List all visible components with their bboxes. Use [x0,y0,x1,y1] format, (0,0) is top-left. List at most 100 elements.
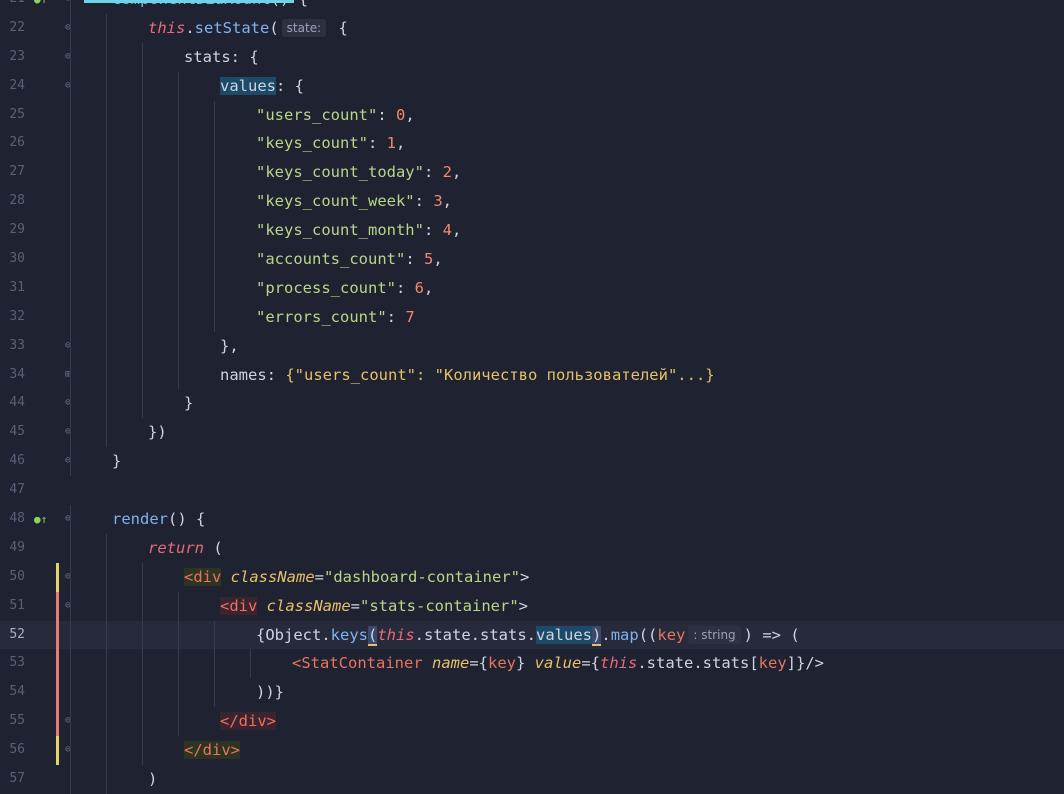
code-content[interactable]: <div className="dashboard-container"> [184,563,529,592]
code-content[interactable]: render() { [112,505,205,534]
indent-guide [106,302,107,332]
code-content[interactable]: }, [220,332,239,361]
indent-guide [70,418,71,448]
scroll-position-indicator [84,0,294,3]
parameter-hint: state: [281,18,327,37]
fold-collapse-icon[interactable]: ⊖ [63,340,73,351]
code-line[interactable]: 25 "users_count": 0, [0,100,1064,130]
code-line[interactable]: 22 ⊖ this.setState(state: { [0,13,1064,43]
code-token: ={ [581,654,601,673]
code-content[interactable]: }) [148,418,167,447]
indent-guide [214,100,215,130]
vcs-change-marker[interactable] [56,562,59,592]
code-content[interactable]: <StatContainer name={key} value={this.st… [292,649,824,678]
code-content[interactable]: names: {"users_count": "Количество польз… [220,361,715,390]
fold-collapse-icon[interactable]: ⊖ [63,0,73,4]
code-token: values [220,76,276,95]
code-content[interactable]: "keys_count_week": 3, [256,187,452,216]
code-line[interactable]: 47 [0,476,1064,505]
code-content[interactable]: "accounts_count": 5, [256,245,443,274]
fold-collapse-icon[interactable]: ⊖ [63,426,73,437]
fold-collapse-icon[interactable]: ⊖ [63,22,73,33]
line-number: 57 [9,771,25,787]
code-line[interactable]: 45 ⊖}) [0,418,1064,448]
code-line[interactable]: 24 ⊖ values: { [0,71,1064,101]
code-content[interactable]: "keys_count_month": 4, [256,216,461,245]
code-content[interactable]: <div className="stats-container"> [220,592,528,621]
code-line[interactable]: 51 ⊖ <div className="stats-container"> [0,591,1064,621]
fold-collapse-icon[interactable]: ⊖ [63,744,73,755]
indent-guide [70,13,71,43]
fold-expand-icon[interactable]: ⊞ [63,369,73,380]
code-content[interactable]: } [184,389,193,418]
code-line[interactable]: 57) [0,765,1064,794]
code-content[interactable]: "process_count": 6, [256,274,433,303]
code-content[interactable]: ) [148,765,157,794]
code-content[interactable]: </div> [220,707,276,736]
override-method-icon[interactable]: ●↑ [34,0,48,6]
code-line[interactable]: 34 ⊞ names: {"users_count": "Количество по… [0,360,1064,390]
code-token: 3 [433,192,443,211]
code-line[interactable]: 44 ⊖} [0,389,1064,419]
indent-guide [70,273,71,303]
code-content[interactable]: return ( [148,534,223,563]
code-token: : [266,365,286,384]
indent-guide [106,389,107,419]
fold-collapse-icon[interactable]: ⊖ [63,571,73,582]
indent-guide [178,71,179,101]
code-line[interactable]: 49 return ( [0,533,1064,563]
code-line[interactable]: 50 ⊖ <div className="dashboard-container"> [0,562,1064,592]
code-line[interactable]: 31 "process_count": 6, [0,273,1064,303]
code-line[interactable]: 28 "keys_count_week": 3, [0,187,1064,217]
line-number: 51 [9,597,25,613]
code-line[interactable]: 56 ⊖ </div> [0,736,1064,766]
code-line[interactable]: 46 ⊖} [0,447,1064,477]
code-line[interactable]: 27 "keys_count_today": 2, [0,158,1064,188]
code-token: return [148,538,204,557]
indent-guide [106,591,107,621]
fold-collapse-icon[interactable]: ⊖ [63,397,73,408]
vcs-change-marker[interactable] [56,707,59,737]
code-token: map [610,625,639,644]
fold-collapse-icon[interactable]: ⊖ [63,715,73,726]
code-line[interactable]: 48 ●↑ ⊖ render() { [0,505,1064,534]
code-content[interactable]: "errors_count": 7 [256,303,415,332]
code-line[interactable]: 53 <StatContainer name={key} value={this.… [0,649,1064,679]
code-line[interactable]: 29 "keys_count_month": 4, [0,216,1064,246]
code-line[interactable]: 26 "keys_count": 1, [0,129,1064,159]
code-token: : [414,192,434,211]
code-line[interactable]: 54))} [0,678,1064,708]
code-content[interactable]: } [112,447,121,476]
code-content[interactable]: this.setState(state: { [148,14,348,43]
vcs-change-marker[interactable] [56,678,59,708]
vcs-change-marker[interactable] [56,620,59,650]
fold-collapse-icon[interactable]: ⊖ [63,600,73,611]
indent-guide [106,158,107,188]
override-method-icon[interactable]: ●↑ [34,514,48,526]
fold-collapse-icon[interactable]: ⊖ [63,455,73,466]
fold-collapse-icon[interactable]: ⊖ [63,513,73,524]
indent-guide [70,42,71,72]
vcs-change-marker[interactable] [56,736,59,766]
fold-collapse-icon[interactable]: ⊖ [63,80,73,91]
vcs-change-marker[interactable] [56,591,59,621]
code-content[interactable]: ))} [256,678,284,707]
code-line[interactable]: 55 ⊖ </div> [0,707,1064,737]
line-number: 47 [9,482,25,498]
code-line[interactable]: 30 "accounts_count": 5, [0,245,1064,274]
code-content[interactable]: values: { [220,72,304,101]
code-line[interactable]: 33 ⊖}, [0,331,1064,361]
code-content[interactable]: stats: { [184,43,259,72]
code-line[interactable]: 23 ⊖ stats: { [0,42,1064,72]
code-line[interactable]: 32 "errors_count": 7 [0,302,1064,332]
code-content[interactable]: </div> [184,736,240,765]
fold-collapse-icon[interactable]: ⊖ [63,51,73,62]
code-content[interactable]: "users_count": 0, [256,101,415,130]
code-editor[interactable]: 21●↑⊖componentDidMount() {22⊖this.setSta… [0,0,1064,794]
code-content[interactable]: {Object.keys(this.state.stats.values).ma… [256,621,800,650]
code-content[interactable]: "keys_count_today": 2, [256,158,461,187]
code-content[interactable]: "keys_count": 1, [256,129,405,158]
vcs-change-marker[interactable] [56,649,59,679]
code-line[interactable]: 52 {Object.keys(this.state.stats.values).… [0,620,1064,650]
indent-guide [178,100,179,130]
